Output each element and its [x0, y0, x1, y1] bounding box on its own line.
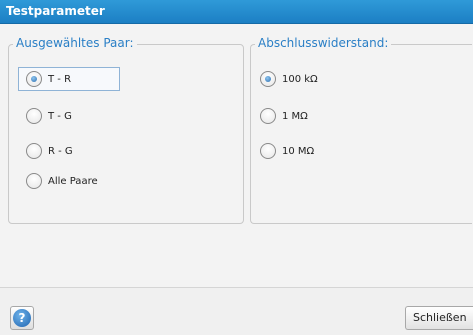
- radio-button[interactable]: [26, 173, 42, 189]
- radio-label: 100 kΩ: [282, 73, 318, 85]
- radio-button[interactable]: [260, 108, 276, 124]
- radio-label: 1 MΩ: [282, 110, 308, 122]
- radio-label: R - G: [48, 145, 73, 157]
- termination-legend: Abschlusswiderstand:: [255, 36, 392, 50]
- bottom-bar: ? Schließen: [0, 287, 473, 335]
- selected-pair-legend: Ausgewähltes Paar:: [13, 36, 137, 50]
- radio-option-1m[interactable]: 1 MΩ: [260, 104, 308, 128]
- radio-button[interactable]: [260, 143, 276, 159]
- radio-label: Alle Paare: [48, 175, 98, 187]
- radio-button-selected[interactable]: [260, 71, 276, 87]
- help-button[interactable]: ?: [10, 306, 34, 330]
- content-area: Ausgewähltes Paar: T - R T - G R - G All…: [0, 24, 473, 287]
- window-title: Testparameter: [6, 4, 105, 18]
- radio-option-alle-paare[interactable]: Alle Paare: [26, 169, 98, 193]
- radio-button[interactable]: [26, 108, 42, 124]
- radio-label: T - G: [48, 110, 72, 122]
- title-bar: Testparameter: [0, 0, 473, 24]
- radio-option-r-g[interactable]: R - G: [26, 139, 73, 163]
- close-button[interactable]: Schließen: [405, 306, 473, 330]
- radio-label: T - R: [48, 73, 72, 85]
- help-icon: ?: [13, 309, 31, 327]
- radio-option-t-g[interactable]: T - G: [26, 104, 72, 128]
- radio-label: 10 MΩ: [282, 145, 315, 157]
- radio-button-selected[interactable]: [26, 71, 42, 87]
- radio-option-100k[interactable]: 100 kΩ: [260, 67, 318, 91]
- radio-option-t-r[interactable]: T - R: [26, 67, 71, 91]
- radio-button[interactable]: [26, 143, 42, 159]
- radio-option-10m[interactable]: 10 MΩ: [260, 139, 314, 163]
